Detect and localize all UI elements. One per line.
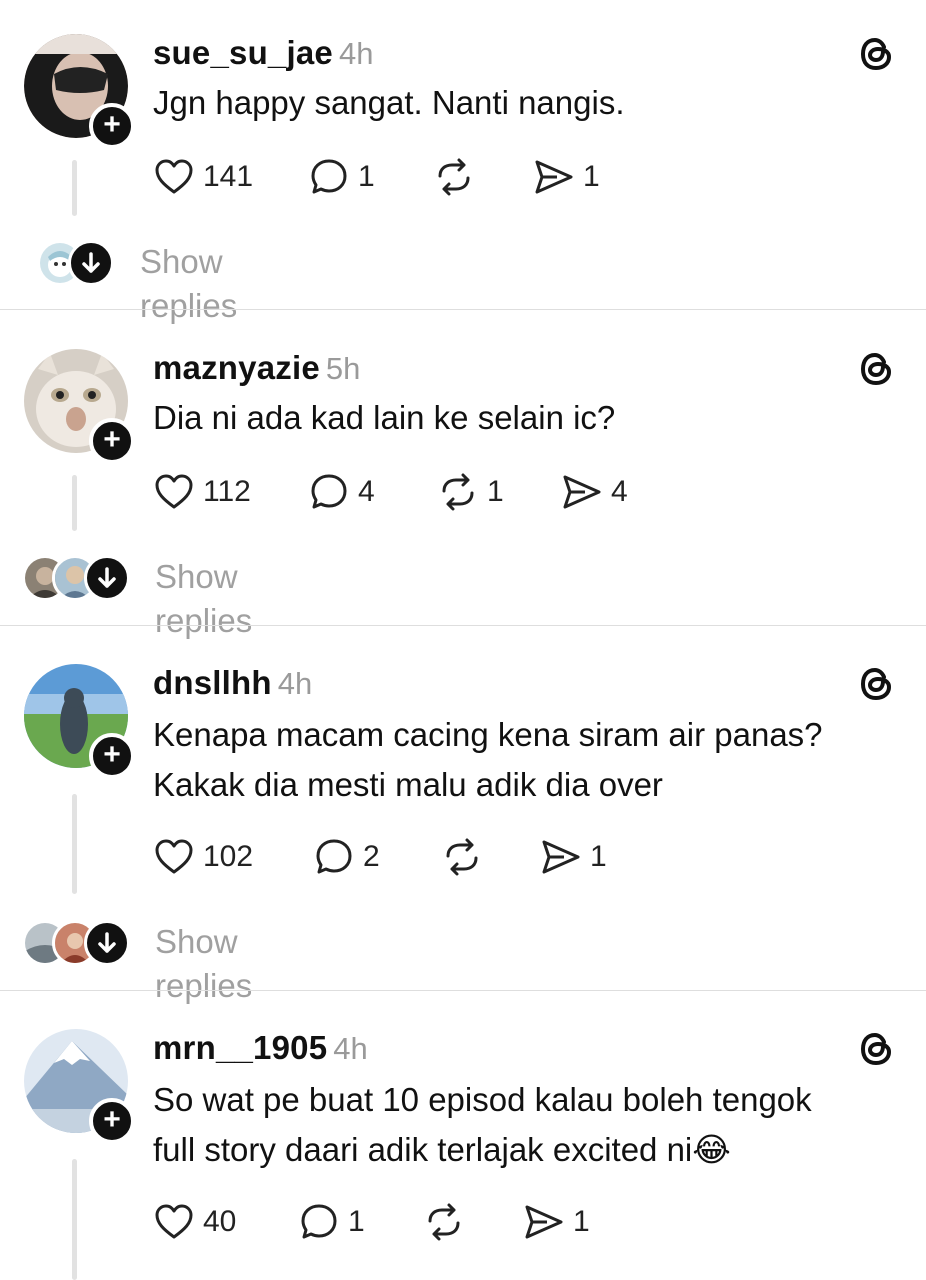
show-replies-link[interactable]: Show replies — [140, 240, 237, 328]
divider — [0, 625, 926, 626]
send-icon — [563, 475, 601, 509]
username[interactable]: sue_su_jae — [153, 34, 333, 71]
like-button[interactable]: 40 — [153, 1199, 236, 1245]
share-button[interactable]: 1 — [533, 154, 600, 200]
timestamp: 5h — [325, 351, 361, 386]
show-replies-link[interactable]: Show replies — [155, 555, 252, 643]
repost-icon — [428, 1203, 460, 1241]
timestamp: 4h — [333, 1031, 368, 1066]
timestamp: 4h — [338, 36, 374, 71]
post-text-line: Dia ni ada kad lain ke selain ic? — [153, 399, 616, 436]
post-text: Jgn happy sangat. Nanti nangis. — [153, 78, 903, 128]
heart-icon — [155, 839, 193, 874]
reply-button[interactable]: 4 — [308, 469, 375, 515]
send-icon — [542, 840, 580, 874]
speech-bubble-icon — [311, 159, 347, 194]
username[interactable]: mrn__1905 — [153, 1029, 327, 1066]
send-icon — [525, 1205, 563, 1239]
post-header: maznyazie 5h — [153, 349, 360, 387]
like-count: 102 — [203, 840, 254, 873]
divider — [0, 990, 926, 991]
show-replies-link[interactable]: Show replies — [155, 920, 252, 1008]
like-count: 40 — [203, 1205, 237, 1238]
repost-button[interactable] — [423, 1199, 473, 1245]
thread-line — [72, 1159, 77, 1280]
heart-icon — [155, 474, 193, 509]
timestamp: 4h — [277, 666, 313, 701]
reply-button[interactable]: 1 — [308, 154, 375, 200]
reply-count: 2 — [363, 840, 380, 873]
share-count: 1 — [583, 160, 600, 193]
like-button[interactable]: 102 — [153, 834, 253, 880]
reply-count: 1 — [348, 1205, 365, 1238]
threads-logo-icon[interactable] — [856, 1029, 896, 1069]
follow-plus-icon[interactable]: + — [89, 418, 135, 464]
threads-logo-icon[interactable] — [856, 664, 896, 704]
like-count: 112 — [203, 475, 251, 508]
reply-button[interactable]: 1 — [298, 1199, 365, 1245]
share-count: 1 — [590, 840, 607, 873]
threads-logo-icon[interactable] — [856, 34, 896, 74]
share-button[interactable]: 1 — [540, 834, 607, 880]
follow-plus-icon[interactable]: + — [89, 1098, 135, 1144]
repost-button[interactable] — [441, 834, 491, 880]
divider — [0, 309, 926, 310]
thread-line — [72, 475, 77, 531]
heart-icon — [155, 1204, 193, 1239]
share-count: 4 — [611, 475, 628, 508]
username[interactable]: maznyazie — [153, 349, 320, 386]
reply-count: 1 — [358, 160, 375, 193]
post-text-line: Kakak dia mesti malu adik dia over — [153, 766, 663, 803]
thread-line — [72, 160, 77, 216]
share-count: 1 — [573, 1205, 590, 1238]
post-header: dnsllhh 4h — [153, 664, 312, 702]
threads-logo-icon[interactable] — [856, 349, 896, 389]
expand-replies-icon[interactable] — [84, 920, 130, 966]
post-text-line: Kenapa macam cacing kena siram air panas… — [153, 716, 823, 753]
speech-bubble-icon — [311, 474, 347, 509]
share-button[interactable]: 1 — [523, 1199, 590, 1245]
like-button[interactable]: 141 — [153, 154, 253, 200]
reply-button[interactable]: 2 — [313, 834, 380, 880]
expand-replies-icon[interactable] — [84, 555, 130, 601]
thread-line — [72, 794, 77, 894]
post-text: Dia ni ada kad lain ke selain ic? — [153, 393, 903, 443]
post-text-line: So wat pe buat 10 episod kalau boleh ten… — [153, 1081, 812, 1118]
post-header: mrn__1905 4h — [153, 1029, 368, 1067]
repost-icon — [438, 158, 470, 196]
follow-plus-icon[interactable]: + — [89, 103, 135, 149]
repost-button[interactable] — [433, 154, 483, 200]
share-button[interactable]: 4 — [561, 469, 628, 515]
reply-count: 4 — [358, 475, 375, 508]
repost-icon — [442, 473, 474, 511]
speech-bubble-icon — [301, 1204, 337, 1239]
post-text-line: Jgn happy sangat. Nanti nangis. — [153, 84, 625, 121]
repost-count: 1 — [487, 475, 504, 508]
speech-bubble-icon — [316, 839, 352, 874]
post-text: Kenapa macam cacing kena siram air panas… — [153, 710, 903, 810]
heart-icon — [155, 159, 193, 194]
repost-icon — [446, 838, 478, 876]
follow-plus-icon[interactable]: + — [89, 733, 135, 779]
like-count: 141 — [203, 160, 254, 193]
post-header: sue_su_jae 4h — [153, 34, 373, 72]
post-text-line: full story daari adik terlajak excited n… — [153, 1131, 731, 1168]
post-text: So wat pe buat 10 episod kalau boleh ten… — [153, 1075, 903, 1175]
expand-replies-icon[interactable] — [68, 240, 114, 286]
repost-button[interactable]: 1 — [437, 469, 504, 515]
send-icon — [535, 160, 573, 194]
username[interactable]: dnsllhh — [153, 664, 272, 701]
like-button[interactable]: 112 — [153, 469, 251, 515]
